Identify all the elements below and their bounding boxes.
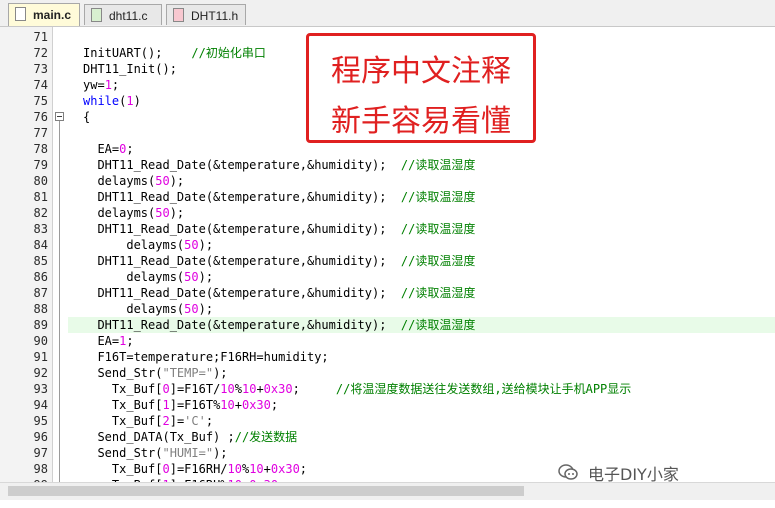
fold-collapse-icon[interactable] xyxy=(55,112,64,121)
annotation-line-2: 新手容易看懂 xyxy=(331,104,511,139)
fold-guide xyxy=(59,121,60,482)
line-number: 78 xyxy=(33,142,48,156)
tab-dht11-c[interactable]: dht11.c xyxy=(84,4,162,25)
line-number: 81 xyxy=(33,190,48,204)
line-number: 92 xyxy=(33,366,48,380)
line-number: 71 xyxy=(33,30,48,44)
watermark-text: 电子DIY小家 xyxy=(588,465,679,484)
tab-label: dht11.c xyxy=(109,9,148,23)
code-line[interactable]: delayms(50); xyxy=(83,269,213,285)
code-line[interactable]: Send_Str("TEMP="); xyxy=(83,365,227,381)
c-file-icon xyxy=(91,8,102,22)
code-line[interactable]: DHT11_Read_Date(&temperature,&humidity);… xyxy=(83,285,475,301)
line-number: 75 xyxy=(33,94,48,108)
line-number: 93 xyxy=(33,382,48,396)
annotation-callout: 程序中文注释 新手容易看懂 xyxy=(306,33,536,143)
line-number: 89 xyxy=(33,318,48,332)
line-number: 96 xyxy=(33,430,48,444)
bottom-edge xyxy=(0,500,775,508)
code-line[interactable]: Send_Str("HUMI="); xyxy=(83,445,227,461)
code-line[interactable]: yw=1; xyxy=(83,77,119,93)
line-number: 72 xyxy=(33,46,48,60)
tab-dht11-h[interactable]: DHT11.h xyxy=(166,4,246,25)
tab-label: main.c xyxy=(33,8,72,22)
line-number: 91 xyxy=(33,350,48,364)
code-line[interactable]: Send_DATA(Tx_Buf) ;//发送数据 xyxy=(83,429,297,445)
line-number: 73 xyxy=(33,62,48,76)
line-number: 79 xyxy=(33,158,48,172)
tab-label: DHT11.h xyxy=(191,9,239,23)
line-number: 84 xyxy=(33,238,48,252)
code-line[interactable]: Tx_Buf[1]=F16T%10+0x30; xyxy=(83,397,278,413)
line-number: 95 xyxy=(33,414,48,428)
line-number: 83 xyxy=(33,222,48,236)
code-line[interactable]: EA=0; xyxy=(83,141,133,157)
line-number: 97 xyxy=(33,446,48,460)
line-number: 87 xyxy=(33,286,48,300)
line-number: 74 xyxy=(33,78,48,92)
line-number: 88 xyxy=(33,302,48,316)
c-file-icon xyxy=(15,7,26,21)
code-line[interactable]: Tx_Buf[2]='C'; xyxy=(83,413,213,429)
code-line[interactable]: F16T=temperature;F16RH=humidity; xyxy=(83,349,328,365)
line-number: 77 xyxy=(33,126,48,140)
scrollbar-thumb[interactable] xyxy=(8,486,524,496)
line-number: 90 xyxy=(33,334,48,348)
line-number: 94 xyxy=(33,398,48,412)
code-line[interactable]: DHT11_Read_Date(&temperature,&humidity);… xyxy=(83,221,475,237)
code-line[interactable]: delayms(50); xyxy=(83,301,213,317)
code-line[interactable]: DHT11_Read_Date(&temperature,&humidity);… xyxy=(83,189,475,205)
line-number: 98 xyxy=(33,462,48,476)
line-number: 80 xyxy=(33,174,48,188)
code-line[interactable]: while(1) xyxy=(83,93,141,109)
annotation-line-1: 程序中文注释 xyxy=(331,54,511,89)
line-number: 86 xyxy=(33,270,48,284)
code-line[interactable]: { xyxy=(83,109,90,125)
code-line[interactable]: Tx_Buf[0]=F16T/10%10+0x30; //将温湿度数据送往发送数… xyxy=(83,381,631,397)
wechat-icon xyxy=(558,464,578,480)
line-number: 76 xyxy=(33,110,48,124)
code-line[interactable]: delayms(50); xyxy=(83,205,184,221)
line-number: 82 xyxy=(33,206,48,220)
line-number: 85 xyxy=(33,254,48,268)
code-line[interactable]: Tx_Buf[0]=F16RH/10%10+0x30; xyxy=(83,461,307,477)
h-file-icon xyxy=(173,8,184,22)
code-line[interactable]: delayms(50); xyxy=(83,173,184,189)
code-line[interactable]: delayms(50); xyxy=(83,237,213,253)
code-line[interactable]: DHT11_Read_Date(&temperature,&humidity);… xyxy=(83,253,475,269)
code-line[interactable]: InitUART(); //初始化串口 xyxy=(83,45,266,61)
tab-bar: main.c dht11.c DHT11.h xyxy=(0,0,775,27)
tab-main-c[interactable]: main.c xyxy=(8,3,80,26)
code-line[interactable]: EA=1; xyxy=(83,333,133,349)
code-line[interactable]: DHT11_Read_Date(&temperature,&humidity);… xyxy=(83,157,475,173)
code-line[interactable]: DHT11_Read_Date(&temperature,&humidity);… xyxy=(83,317,475,333)
fold-margin xyxy=(53,27,67,482)
code-line[interactable]: DHT11_Init(); xyxy=(83,61,177,77)
